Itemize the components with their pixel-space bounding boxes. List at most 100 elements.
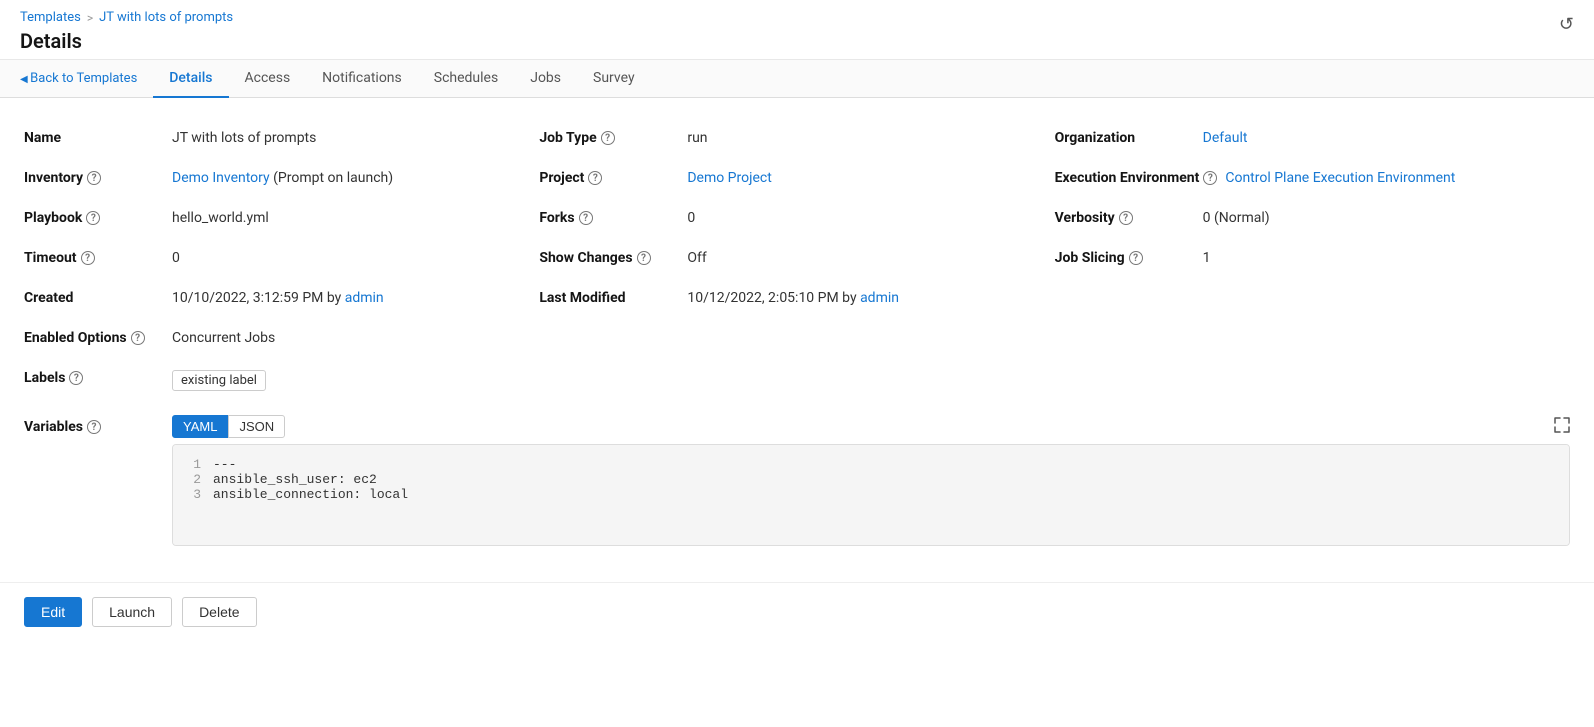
inventory-label: Inventory ? bbox=[24, 170, 164, 186]
variables-content: YAML JSON 1 --- bbox=[172, 415, 1570, 546]
page-title: Details bbox=[20, 29, 1574, 53]
job-type-cell: Job Type ? run bbox=[539, 118, 1054, 158]
created-prefix: 10/10/2022, 3:12:59 PM by bbox=[172, 290, 345, 306]
organization-value: Default bbox=[1203, 130, 1248, 146]
forks-value: 0 bbox=[687, 210, 695, 226]
line-num-3: 3 bbox=[173, 487, 213, 502]
edit-button[interactable]: Edit bbox=[24, 597, 82, 627]
timeout-cell: Timeout ? 0 bbox=[24, 238, 539, 278]
show-changes-value: Off bbox=[687, 250, 706, 266]
launch-button[interactable]: Launch bbox=[92, 597, 172, 627]
job-slicing-help-icon[interactable]: ? bbox=[1129, 251, 1143, 265]
expand-button[interactable] bbox=[1554, 417, 1570, 437]
project-cell: Project ? Demo Project bbox=[539, 158, 1054, 198]
variables-editor: 1 --- 2 ansible_ssh_user: ec2 3 ansible_… bbox=[172, 444, 1570, 546]
tab-details[interactable]: Details bbox=[153, 60, 228, 98]
tab-schedules[interactable]: Schedules bbox=[418, 60, 514, 98]
breadcrumb-separator: > bbox=[87, 11, 93, 25]
job-type-help-icon[interactable]: ? bbox=[601, 131, 615, 145]
execution-env-value: Control Plane Execution Environment bbox=[1225, 170, 1455, 186]
project-link[interactable]: Demo Project bbox=[687, 170, 771, 186]
enabled-options-cell: Enabled Options ? Concurrent Jobs bbox=[24, 318, 1570, 358]
breadcrumb: Templates > JT with lots of prompts bbox=[20, 10, 1574, 25]
top-header: Templates > JT with lots of prompts Deta… bbox=[0, 0, 1594, 60]
labels-help-icon[interactable]: ? bbox=[69, 371, 83, 385]
code-editor: 1 --- 2 ansible_ssh_user: ec2 3 ansible_… bbox=[173, 445, 1569, 545]
tab-access[interactable]: Access bbox=[229, 60, 307, 98]
code-line-1: 1 --- bbox=[173, 457, 1569, 472]
last-modified-prefix: 10/12/2022, 2:05:10 PM by bbox=[687, 290, 860, 306]
forks-label: Forks ? bbox=[539, 210, 679, 226]
timeout-value: 0 bbox=[172, 250, 180, 266]
delete-button[interactable]: Delete bbox=[182, 597, 256, 627]
created-label: Created bbox=[24, 290, 164, 306]
job-slicing-label: Job Slicing ? bbox=[1055, 250, 1195, 266]
project-label: Project ? bbox=[539, 170, 679, 186]
line-num-1: 1 bbox=[173, 457, 213, 472]
execution-env-link[interactable]: Control Plane Execution Environment bbox=[1225, 170, 1455, 186]
tabs-bar: Back to Templates Details Access Notific… bbox=[0, 60, 1594, 98]
playbook-value: hello_world.yml bbox=[172, 210, 269, 226]
history-icon[interactable]: ↺ bbox=[1559, 14, 1574, 35]
expand-icon bbox=[1554, 417, 1570, 433]
code-line-2: 2 ansible_ssh_user: ec2 bbox=[173, 472, 1569, 487]
inventory-cell: Inventory ? Demo Inventory (Prompt on la… bbox=[24, 158, 539, 198]
inventory-link[interactable]: Demo Inventory bbox=[172, 170, 270, 186]
created-cell: Created 10/10/2022, 3:12:59 PM by admin bbox=[24, 278, 539, 318]
inventory-suffix: (Prompt on launch) bbox=[270, 170, 393, 186]
verbosity-label: Verbosity ? bbox=[1055, 210, 1195, 226]
variables-label: Variables ? bbox=[24, 415, 164, 435]
label-badge: existing label bbox=[172, 370, 266, 391]
json-button[interactable]: JSON bbox=[228, 415, 285, 438]
enabled-options-help-icon[interactable]: ? bbox=[131, 331, 145, 345]
show-changes-help-icon[interactable]: ? bbox=[637, 251, 651, 265]
last-modified-cell: Last Modified 10/12/2022, 2:05:10 PM by … bbox=[539, 278, 1054, 318]
enabled-options-value: Concurrent Jobs bbox=[172, 330, 275, 346]
execution-env-cell: Execution Environment ? Control Plane Ex… bbox=[1055, 158, 1570, 198]
line-code-2: ansible_ssh_user: ec2 bbox=[213, 472, 377, 487]
created-admin-link[interactable]: admin bbox=[345, 290, 384, 306]
forks-cell: Forks ? 0 bbox=[539, 198, 1054, 238]
yaml-button[interactable]: YAML bbox=[172, 415, 228, 438]
tab-survey[interactable]: Survey bbox=[577, 60, 651, 98]
last-modified-admin-link[interactable]: admin bbox=[860, 290, 899, 306]
organization-label: Organization bbox=[1055, 130, 1195, 146]
job-slicing-cell: Job Slicing ? 1 bbox=[1055, 238, 1570, 278]
organization-cell: Organization Default bbox=[1055, 118, 1570, 158]
variables-cell: Variables ? YAML JSON bbox=[24, 403, 1570, 558]
breadcrumb-templates-link[interactable]: Templates bbox=[20, 10, 81, 25]
verbosity-cell: Verbosity ? 0 (Normal) bbox=[1055, 198, 1570, 238]
action-bar: Edit Launch Delete bbox=[0, 582, 1594, 641]
playbook-cell: Playbook ? hello_world.yml bbox=[24, 198, 539, 238]
project-help-icon[interactable]: ? bbox=[588, 171, 602, 185]
job-type-label: Job Type ? bbox=[539, 130, 679, 146]
execution-env-label: Execution Environment ? bbox=[1055, 170, 1218, 186]
variables-help-icon[interactable]: ? bbox=[87, 420, 101, 434]
line-code-3: ansible_connection: local bbox=[213, 487, 408, 502]
enabled-options-label: Enabled Options ? bbox=[24, 330, 164, 346]
variables-toggle: YAML JSON bbox=[172, 415, 285, 438]
labels-label: Labels ? bbox=[24, 370, 164, 386]
timeout-help-icon[interactable]: ? bbox=[81, 251, 95, 265]
verbosity-help-icon[interactable]: ? bbox=[1119, 211, 1133, 225]
forks-help-icon[interactable]: ? bbox=[579, 211, 593, 225]
tab-notifications[interactable]: Notifications bbox=[306, 60, 418, 98]
line-code-1: --- bbox=[213, 457, 236, 472]
name-label: Name bbox=[24, 130, 164, 146]
created-value: 10/10/2022, 3:12:59 PM by admin bbox=[172, 290, 384, 306]
tab-jobs[interactable]: Jobs bbox=[514, 60, 577, 98]
execution-env-help-icon[interactable]: ? bbox=[1203, 171, 1217, 185]
empty-cell-1 bbox=[1055, 278, 1570, 318]
playbook-help-icon[interactable]: ? bbox=[86, 211, 100, 225]
show-changes-label: Show Changes ? bbox=[539, 250, 679, 266]
name-value: JT with lots of prompts bbox=[172, 130, 316, 146]
last-modified-label: Last Modified bbox=[539, 290, 679, 306]
job-slicing-value: 1 bbox=[1203, 250, 1211, 266]
back-to-templates-link[interactable]: Back to Templates bbox=[20, 71, 137, 86]
inventory-help-icon[interactable]: ? bbox=[87, 171, 101, 185]
timeout-label: Timeout ? bbox=[24, 250, 164, 266]
organization-link[interactable]: Default bbox=[1203, 130, 1248, 146]
playbook-label: Playbook ? bbox=[24, 210, 164, 226]
last-modified-value: 10/12/2022, 2:05:10 PM by admin bbox=[687, 290, 899, 306]
name-cell: Name JT with lots of prompts bbox=[24, 118, 539, 158]
